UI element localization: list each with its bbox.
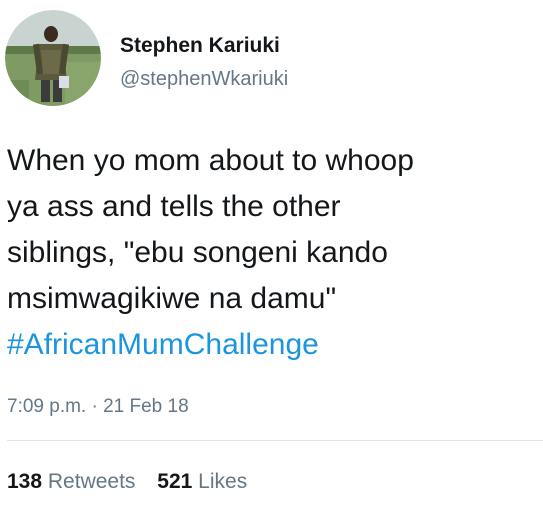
tweet-text-line: ya ass and tells the other xyxy=(7,190,341,223)
tweet-stats: 138 Retweets 521 Likes xyxy=(7,470,263,494)
likes-stat[interactable]: 521 Likes xyxy=(157,470,247,493)
retweets-count: 138 xyxy=(7,470,43,493)
tweet-text-line: msimwagikiwe na damu" xyxy=(7,282,337,315)
tweet-timestamp[interactable]: 7:09 p.m. · 21 Feb 18 xyxy=(7,396,189,418)
tweet-card: Stephen Kariuki @stephenWkariuki When yo… xyxy=(0,0,543,516)
hashtag-link[interactable]: #AfricanMumChallenge xyxy=(7,322,539,368)
retweets-label: Retweets xyxy=(47,470,136,493)
tweet-text-line: When yo mom about to whoop xyxy=(7,144,414,177)
divider xyxy=(7,440,543,441)
author-name[interactable]: Stephen Kariuki xyxy=(120,34,280,58)
tweet-text: When yo mom about to whoop ya ass and te… xyxy=(7,138,539,368)
likes-label: Likes xyxy=(198,470,248,493)
avatar[interactable] xyxy=(5,10,101,106)
tweet-text-line: siblings, "ebu songeni kando xyxy=(7,236,388,269)
retweets-stat[interactable]: 138 Retweets xyxy=(7,470,135,493)
author-handle[interactable]: @stephenWkariuki xyxy=(120,68,288,91)
likes-count: 521 xyxy=(157,470,193,493)
